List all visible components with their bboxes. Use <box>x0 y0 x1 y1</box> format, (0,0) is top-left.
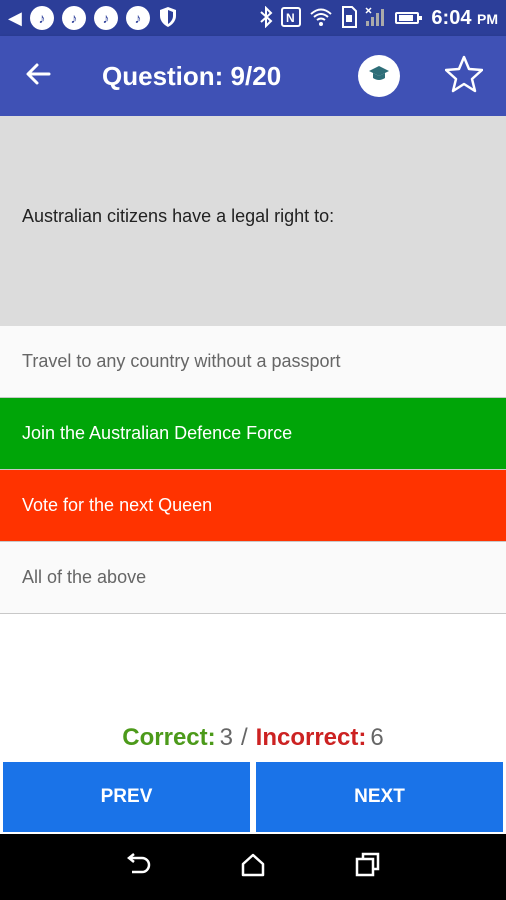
graduation-cap-icon <box>368 65 390 88</box>
wifi-icon <box>309 7 333 30</box>
signal-icon <box>365 6 387 30</box>
back-arrow-icon: ◀ <box>8 8 22 28</box>
answer-option-1[interactable]: Travel to any country without a passport <box>0 326 506 398</box>
answer-option-2[interactable]: Join the Australian Defence Force <box>0 398 506 470</box>
music-icon: ♪ <box>93 6 118 30</box>
system-home-button[interactable] <box>233 847 273 887</box>
answer-option-3[interactable]: Vote for the next Queen <box>0 470 506 542</box>
notification-icons: ◀ ♪ ♪ ♪ ♪ <box>8 6 178 31</box>
question-text: Australian citizens have a legal right t… <box>22 205 335 226</box>
next-button[interactable]: NEXT <box>256 762 503 832</box>
system-navigation-bar <box>0 834 506 900</box>
question-panel: Australian citizens have a legal right t… <box>0 116 506 326</box>
incorrect-count: 6 <box>370 724 384 751</box>
recents-icon <box>355 852 381 883</box>
question-navigation: PREV NEXT <box>0 762 506 832</box>
back-button[interactable] <box>0 36 76 116</box>
svg-text:N: N <box>286 11 295 25</box>
shield-icon <box>158 6 178 31</box>
arrow-left-icon <box>25 61 51 92</box>
answer-option-4[interactable]: All of the above <box>0 542 506 614</box>
star-outline-icon <box>444 55 484 98</box>
incorrect-label: Incorrect: <box>255 724 367 751</box>
system-back-button[interactable] <box>118 847 158 887</box>
music-icon: ♪ <box>29 6 54 30</box>
system-recents-button[interactable] <box>348 847 388 887</box>
undo-arrow-icon <box>124 852 152 882</box>
favorite-button[interactable] <box>436 48 492 104</box>
status-bar: ◀ ♪ ♪ ♪ ♪ N 6:04 PM <box>0 0 506 36</box>
music-icon: ♪ <box>61 6 86 30</box>
home-icon <box>240 853 266 882</box>
status-time: 6:04 PM <box>431 6 498 29</box>
bluetooth-icon <box>259 5 273 31</box>
answer-options: Travel to any country without a passport… <box>0 326 506 614</box>
system-icons: N 6:04 PM <box>259 5 498 31</box>
nfc-icon: N <box>281 6 302 30</box>
correct-label: Correct: <box>122 724 216 751</box>
page-title: Question: 9/20 <box>102 60 282 91</box>
prev-button[interactable]: PREV <box>3 762 250 832</box>
sim-icon <box>341 5 358 31</box>
study-button[interactable] <box>358 55 400 97</box>
music-icon: ♪ <box>125 6 150 30</box>
score-summary: Correct: 3 / Incorrect: 6 <box>0 720 506 756</box>
score-separator: / <box>240 724 248 751</box>
correct-count: 3 <box>219 724 233 751</box>
battery-icon <box>395 12 423 24</box>
app-bar: Question: 9/20 <box>0 36 506 116</box>
